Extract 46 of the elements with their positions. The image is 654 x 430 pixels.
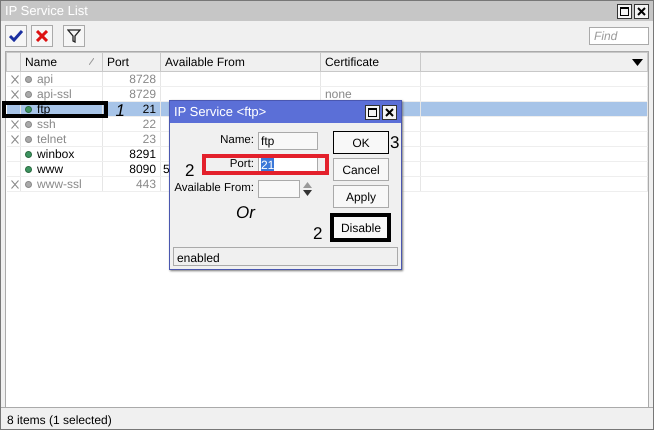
dialog-button[interactable]: Apply [333,185,389,208]
cross-icon [36,30,48,42]
dialog-status-bar: enabled [173,247,398,266]
certificate-value: none [325,87,352,101]
annotation-number: 3 [390,132,400,154]
text-field[interactable]: ftp [258,132,318,150]
maximize-icon[interactable] [617,4,632,18]
annotation-number: 2 [313,222,322,244]
field-label: Name: [220,134,254,146]
address-field[interactable] [258,180,300,198]
service-name: winbox [37,147,74,161]
port-value: 22 [142,117,156,131]
service-name: www-ssl [37,177,82,191]
filter-button[interactable] [63,25,85,47]
service-name: telnet [37,132,66,146]
dialog-title: IP Service <ftp> [174,103,266,122]
annotation-number: 2 [185,160,194,182]
port-value: 8291 [129,147,156,161]
dialog-button[interactable]: Cancel [333,158,389,181]
maximize-icon[interactable] [365,104,380,120]
dropdown-icon[interactable] [632,59,643,66]
service-name: api [37,72,54,86]
port-value: 443 [136,177,156,191]
available-from-value: 5 [163,162,170,176]
find-field[interactable]: Find [589,27,649,45]
field-label: Port: [230,158,254,170]
close-icon[interactable] [634,4,649,18]
disable-button[interactable] [31,25,53,47]
port-value: 8090 [129,162,156,176]
port-value: 21 [142,102,156,116]
port-value: 8728 [129,72,156,86]
port-value: 23 [142,132,156,146]
service-name: ssh [37,117,56,131]
check-icon [9,30,23,42]
service-name: www [37,162,63,176]
port-value: 8729 [129,87,156,101]
spinner-icon[interactable] [303,180,312,198]
annotation-number: 1 [116,100,125,122]
service-name: api-ssl [37,87,72,101]
close-icon[interactable] [382,104,397,120]
enable-button[interactable] [5,25,27,47]
annotation-text: Or [236,203,256,223]
window-title: IP Service List [5,2,88,20]
field-label: Available From: [174,182,254,194]
status-text: 8 items (1 selected) [7,413,112,427]
filter-icon [67,29,81,43]
